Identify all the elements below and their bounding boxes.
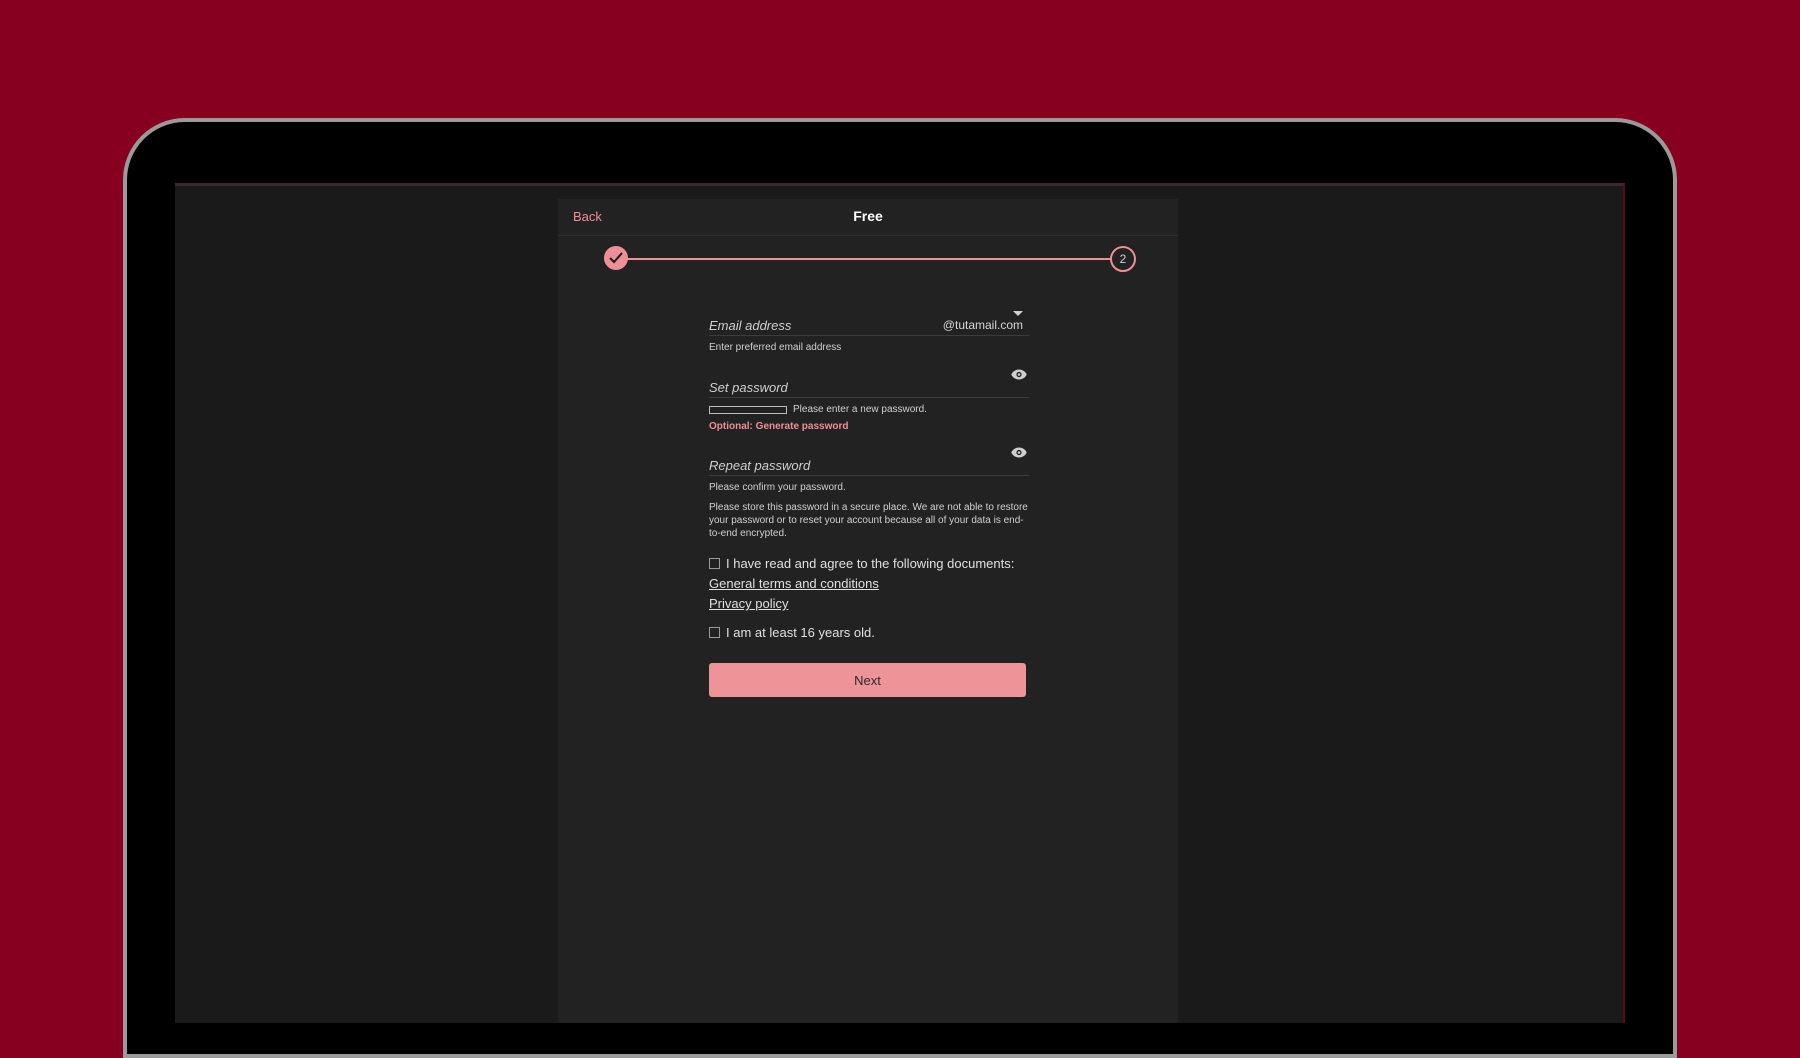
eye-icon[interactable] [1011, 369, 1027, 380]
email-help: Enter preferred email address [709, 342, 842, 353]
app-screen: Back Free 2 Email address @tutamail.com … [175, 183, 1625, 1023]
email-label: Email address [709, 318, 792, 333]
email-field[interactable]: Email address @tutamail.com [709, 309, 1029, 336]
age-checkbox-row[interactable]: I am at least 16 years old. [709, 625, 1029, 640]
repeat-password-field[interactable]: Repeat password [709, 447, 1029, 476]
progress-stepper: 2 [604, 246, 1136, 272]
step-2-indicator: 2 [1110, 246, 1136, 272]
generate-password-link[interactable]: Optional: Generate password [709, 421, 1029, 432]
panel-header: Back Free [558, 199, 1178, 236]
password-strength: Please enter a new password. [709, 404, 1029, 415]
terms-checkbox[interactable] [709, 558, 720, 569]
strength-meter [709, 405, 787, 414]
password-label: Set password [709, 380, 788, 395]
next-button[interactable]: Next [709, 663, 1026, 697]
age-label: I am at least 16 years old. [726, 625, 875, 640]
password-field[interactable]: Set password [709, 369, 1029, 398]
age-checkbox[interactable] [709, 627, 720, 638]
signup-panel: Back Free 2 Email address @tutamail.com … [558, 199, 1178, 1023]
step-1-complete [604, 246, 628, 270]
chevron-down-icon[interactable] [1013, 311, 1023, 316]
terms-label: I have read and agree to the following d… [726, 556, 1015, 571]
domain-select[interactable]: @tutamail.com [943, 318, 1023, 332]
page-title: Free [853, 208, 883, 224]
password-storage-note: Please store this password in a secure p… [709, 502, 1028, 539]
stepper-line [624, 258, 1116, 260]
strength-text: Please enter a new password. [793, 404, 927, 415]
privacy-policy-link[interactable]: Privacy policy [709, 596, 1029, 611]
repeat-password-help: Please confirm your password. [709, 482, 846, 493]
general-terms-link[interactable]: General terms and conditions [709, 576, 1029, 591]
signup-form: Email address @tutamail.com Enter prefer… [709, 309, 1029, 697]
checkmark-icon [609, 252, 623, 264]
terms-checkbox-row[interactable]: I have read and agree to the following d… [709, 556, 1029, 571]
eye-icon[interactable] [1011, 447, 1027, 458]
repeat-password-label: Repeat password [709, 458, 811, 473]
